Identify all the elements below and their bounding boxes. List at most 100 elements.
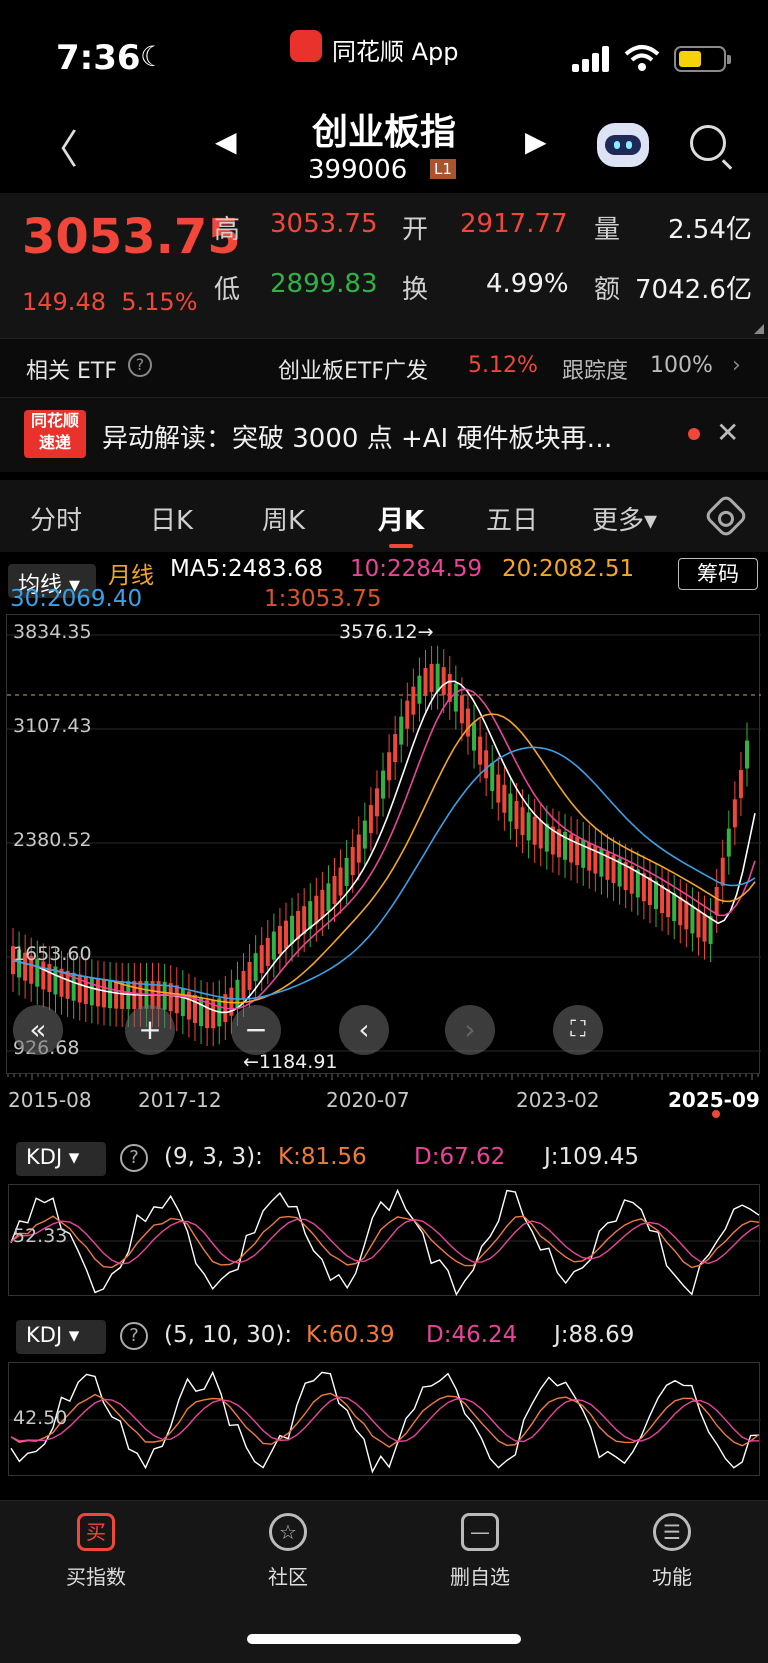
max-annotation: 3576.12→	[339, 621, 434, 643]
kdj1-j: J:109.45	[544, 1144, 640, 1170]
kdj1-selector[interactable]: KDJ ▾	[16, 1142, 106, 1176]
wifi-icon	[624, 45, 660, 71]
buy-index-button[interactable]: 买 买指数	[36, 1513, 156, 1590]
tab-intraday[interactable]: 分时	[30, 500, 82, 537]
remove-watchlist-button[interactable]: — 删自选	[420, 1513, 540, 1590]
candle-body	[514, 800, 519, 829]
candle-body	[459, 695, 464, 724]
tab-monthly-k[interactable]: 月K	[378, 500, 424, 537]
scroll-left-fast-icon[interactable]: «	[13, 1005, 63, 1055]
candle-body	[95, 978, 100, 1007]
etf-label: 相关 ETF	[26, 359, 117, 384]
kdj2-help-icon[interactable]: ?	[120, 1322, 148, 1350]
zoom-in-icon[interactable]: +	[125, 1005, 175, 1055]
j-line	[10, 1370, 760, 1474]
signal-icon	[572, 46, 612, 72]
turnover-value: 4.99%	[486, 269, 569, 299]
candle-body	[235, 979, 240, 1008]
fullscreen-icon[interactable]: ⛶	[553, 1005, 603, 1055]
candle-body	[241, 970, 246, 999]
x-label-2: 2017-12	[138, 1088, 222, 1112]
kdj1-chart[interactable]: 52.33	[8, 1184, 761, 1297]
candle-body	[678, 897, 683, 926]
kdj1-help-icon[interactable]: ?	[120, 1144, 148, 1172]
assistant-robot-icon[interactable]	[597, 123, 649, 167]
news-logo-bottom: 速递	[38, 433, 71, 452]
news-logo-top: 同花顺	[30, 411, 79, 430]
candle-body	[338, 867, 343, 896]
candle-body	[405, 700, 410, 729]
candle-body	[684, 901, 689, 930]
ma5-line	[12, 680, 756, 1014]
chart-settings-icon[interactable]	[703, 493, 749, 539]
candle-body	[575, 837, 580, 866]
kdj1-canvas	[9, 1188, 761, 1297]
candle-body	[108, 980, 113, 1009]
turnover-label: 换	[402, 275, 429, 305]
remove-icon: —	[461, 1513, 499, 1551]
tab-more[interactable]: 更多▾	[592, 500, 657, 537]
y-label-4: 1653.60	[13, 943, 92, 965]
candle-body	[502, 784, 507, 813]
candle-body	[696, 909, 701, 938]
app-name: 同花顺 App	[332, 38, 459, 66]
tab-weekly-k[interactable]: 周K	[262, 500, 305, 537]
candle-body	[174, 985, 179, 1014]
scroll-left-icon[interactable]: ‹	[339, 1005, 389, 1055]
next-stock-icon[interactable]: ▶	[525, 125, 547, 158]
buy-icon: 买	[77, 1513, 115, 1551]
ma-legend: 均线 ▾ 月线 MA5:2483.68 10:2284.59 20:2082.5…	[0, 552, 768, 614]
chip-distribution-button[interactable]: 筹码	[678, 558, 758, 590]
tab-five-day[interactable]: 五日	[486, 500, 538, 537]
kline-canvas	[7, 634, 761, 1052]
community-button[interactable]: ☆ 社区	[228, 1513, 348, 1590]
candle-body	[362, 820, 367, 849]
candle-body	[332, 875, 337, 904]
home-indicator	[247, 1634, 521, 1644]
candle-body	[320, 889, 325, 918]
candle-body	[296, 911, 301, 940]
kdj2-chart[interactable]: 42.50	[8, 1362, 761, 1476]
candle-body	[326, 883, 331, 912]
search-icon[interactable]	[690, 125, 726, 161]
candle-body	[690, 905, 695, 934]
candle-body	[745, 740, 749, 769]
ma30-value: 30:2069.40	[10, 586, 143, 612]
close-icon[interactable]: ✕	[716, 416, 739, 449]
scroll-right-icon[interactable]: ›	[445, 1005, 495, 1055]
candle-body	[714, 886, 719, 915]
tab-daily-k[interactable]: 日K	[150, 500, 193, 537]
volume-label: 量	[594, 215, 621, 245]
kdj2-selector[interactable]: KDJ ▾	[16, 1320, 106, 1354]
zoom-out-icon[interactable]: −	[231, 1005, 281, 1055]
stock-code: 399006	[308, 155, 408, 185]
candle-body	[302, 906, 307, 935]
candle-body	[660, 885, 665, 914]
candle-body	[101, 979, 106, 1008]
news-banner[interactable]: 同花顺 速递 异动解读：突破 3000 点 +AI 硬件板块再… ✕	[0, 398, 768, 472]
y-label-3: 2380.52	[13, 829, 92, 851]
kdj1-header: KDJ ▾ ? (9, 3, 3): K:81.56 D:67.62 J:109…	[14, 1140, 764, 1180]
level-badge: L1	[430, 159, 456, 179]
kline-chart[interactable]: 3834.35 3107.43 2380.52 1653.60 926.68 3…	[6, 614, 761, 1074]
candle-body	[538, 820, 543, 849]
open-label: 开	[402, 215, 429, 245]
functions-button[interactable]: ☰ 功能	[612, 1513, 732, 1590]
help-icon[interactable]: ?	[128, 353, 152, 377]
candle-body	[356, 834, 361, 863]
candle-body	[526, 812, 531, 841]
candle-body	[247, 961, 252, 990]
ma10-line	[12, 688, 756, 1010]
candle-body	[259, 945, 264, 974]
candle-body	[271, 931, 276, 960]
candle-body	[520, 807, 525, 836]
candle-body	[453, 683, 458, 712]
candle-body	[508, 793, 513, 822]
candle-body	[490, 763, 495, 792]
y-label-1: 3834.35	[13, 621, 92, 643]
candle-body	[465, 708, 470, 737]
candle-body	[399, 716, 404, 745]
related-etf-row[interactable]: 相关 ETF ? 创业板ETF广发 5.12% 跟踪度 100% ›	[0, 338, 768, 398]
expand-corner-icon[interactable]	[754, 324, 764, 334]
candle-body	[726, 828, 731, 857]
